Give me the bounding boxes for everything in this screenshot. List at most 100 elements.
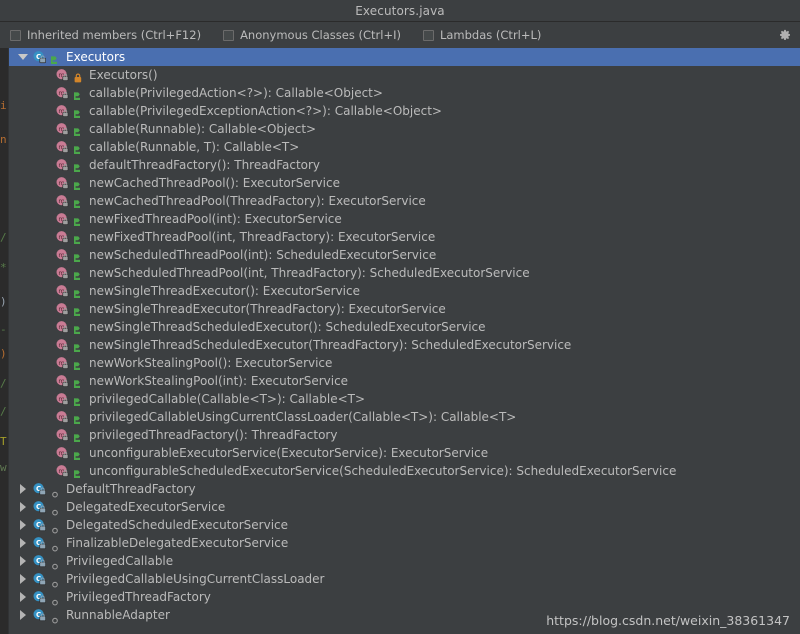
- class-icon: C: [32, 482, 47, 497]
- gear-icon[interactable]: [778, 28, 792, 42]
- public-visibility-icon: [73, 267, 83, 280]
- package-private-icon: [50, 574, 60, 588]
- window-titlebar: Executors.java: [0, 0, 800, 22]
- tree-row-label: newFixedThreadPool(int): ExecutorService: [89, 212, 342, 226]
- tree-row-method[interactable]: m newFixedThreadPool(int, ThreadFactory):…: [9, 228, 800, 246]
- tree-row-label: FinalizableDelegatedExecutorService: [66, 536, 289, 550]
- tree-row-method[interactable]: m newScheduledThreadPool(int): ScheduledE…: [9, 246, 800, 264]
- tree-row-class[interactable]: C DelegatedScheduledExecutorService: [9, 516, 800, 534]
- tree-row-class[interactable]: C PrivilegedCallableUsingCurrentClassLoad…: [9, 570, 800, 588]
- tree-row-class[interactable]: C PrivilegedThreadFactory: [9, 588, 800, 606]
- tree-row-method[interactable]: m unconfigurableScheduledExecutorService(…: [9, 462, 800, 480]
- tree-row-class[interactable]: C DelegatedExecutorService: [9, 498, 800, 516]
- tree-row-method[interactable]: m newCachedThreadPool(): ExecutorService: [9, 174, 800, 192]
- tree-row-label: callable(Runnable): Callable<Object>: [89, 122, 317, 136]
- class-icon: C: [32, 608, 47, 623]
- public-visibility-icon: [73, 285, 83, 298]
- method-icon: m: [55, 464, 70, 479]
- tree-row-method[interactable]: m newScheduledThreadPool(int, ThreadFacto…: [9, 264, 800, 282]
- chevron-right-icon[interactable]: [17, 501, 29, 513]
- tree-row-label: callable(PrivilegedAction<?>): Callable<…: [89, 86, 383, 100]
- chevron-right-icon[interactable]: [17, 519, 29, 531]
- chevron-right-icon[interactable]: [17, 609, 29, 621]
- tree-row-class[interactable]: C FinalizableDelegatedExecutorService: [9, 534, 800, 552]
- class-icon: C: [32, 518, 47, 533]
- package-private-icon: [50, 538, 60, 552]
- chevron-down-icon[interactable]: [17, 51, 29, 63]
- tree-row-label: newSingleThreadExecutor(ThreadFactory): …: [89, 302, 446, 316]
- tree-row-class[interactable]: C PrivilegedCallable: [9, 552, 800, 570]
- private-lock-icon: [73, 69, 83, 83]
- public-visibility-icon: [73, 177, 83, 190]
- tree-row-method[interactable]: m newCachedThreadPool(ThreadFactory): Exe…: [9, 192, 800, 210]
- tree-row-method[interactable]: m privilegedThreadFactory(): ThreadFactor…: [9, 426, 800, 444]
- tree-row-label: PrivilegedCallableUsingCurrentClassLoade…: [66, 572, 325, 586]
- code-structure-window: Executors.java Inherited members (Ctrl+F…: [0, 0, 800, 634]
- checkbox-box[interactable]: [10, 29, 21, 41]
- tree-row-method[interactable]: m newSingleThreadExecutor(): ExecutorServ…: [9, 282, 800, 300]
- chevron-right-icon[interactable]: [17, 483, 29, 495]
- tree-row-label: newFixedThreadPool(int, ThreadFactory): …: [89, 230, 436, 244]
- method-icon: m: [55, 284, 70, 299]
- method-icon: m: [55, 230, 70, 245]
- tree-row-method[interactable]: m callable(PrivilegedAction<?>): Callable…: [9, 84, 800, 102]
- package-private-icon: [50, 592, 60, 606]
- checkbox-box[interactable]: [422, 29, 434, 41]
- checkbox-box[interactable]: [223, 29, 235, 41]
- method-icon: m: [55, 302, 70, 317]
- checkbox-label: Inherited members (Ctrl+F12): [27, 28, 202, 42]
- public-visibility-icon: [73, 141, 83, 154]
- tree-row-method[interactable]: m newSingleThreadExecutor(ThreadFactory):…: [9, 300, 800, 318]
- tree-row-method[interactable]: m newFixedThreadPool(int): ExecutorServic…: [9, 210, 800, 228]
- tree-row-method[interactable]: m newWorkStealingPool(): ExecutorService: [9, 354, 800, 372]
- tree-row-method[interactable]: m defaultThreadFactory(): ThreadFactory: [9, 156, 800, 174]
- tree-row-label: privilegedCallable(Callable<T>): Callabl…: [89, 392, 366, 406]
- public-visibility-icon: [73, 393, 83, 406]
- public-visibility-icon: [73, 231, 83, 244]
- tree-row-label: privilegedThreadFactory(): ThreadFactory: [89, 428, 338, 442]
- tree-row-label: newScheduledThreadPool(int, ThreadFactor…: [89, 266, 530, 280]
- tree-row-method[interactable]: m privilegedCallable(Callable<T>): Callab…: [9, 390, 800, 408]
- chevron-right-icon[interactable]: [17, 573, 29, 585]
- class-icon: C: [32, 554, 47, 569]
- tree-row-class[interactable]: C Executors: [9, 48, 800, 66]
- chevron-right-icon[interactable]: [17, 537, 29, 549]
- method-icon: m: [55, 356, 70, 371]
- structure-tree[interactable]: C Executors m Executors() m callable(Privileg…: [9, 48, 800, 634]
- chevron-right-icon[interactable]: [17, 555, 29, 567]
- tree-row-method[interactable]: m Executors(): [9, 66, 800, 84]
- chevron-right-icon[interactable]: [17, 591, 29, 603]
- tree-row-method[interactable]: m callable(Runnable, T): Callable<T>: [9, 138, 800, 156]
- tree-row-class[interactable]: C DefaultThreadFactory: [9, 480, 800, 498]
- editor-glyph: -: [0, 323, 7, 336]
- tree-row-method[interactable]: m callable(PrivilegedExceptionAction<?>):…: [9, 102, 800, 120]
- tree-row-method[interactable]: m newSingleThreadScheduledExecutor(): Sch…: [9, 318, 800, 336]
- checkbox-label: Anonymous Classes (Ctrl+I): [240, 28, 401, 42]
- method-icon: m: [55, 338, 70, 353]
- method-icon: m: [55, 248, 70, 263]
- checkbox-item[interactable]: Inherited members (Ctrl+F12): [10, 28, 201, 42]
- tree-row-method[interactable]: m privilegedCallableUsingCurrentClassLoad…: [9, 408, 800, 426]
- editor-glyph: n: [0, 133, 7, 146]
- editor-glyph: /: [0, 405, 7, 418]
- checkbox-item[interactable]: Anonymous Classes (Ctrl+I): [223, 28, 401, 42]
- editor-glyph: i: [0, 99, 7, 112]
- tree-row-method[interactable]: m newSingleThreadScheduledExecutor(Thread…: [9, 336, 800, 354]
- tree-row-method[interactable]: m unconfigurableExecutorService(ExecutorS…: [9, 444, 800, 462]
- public-visibility-icon: [50, 51, 60, 64]
- public-visibility-icon: [73, 123, 83, 136]
- method-icon: m: [55, 266, 70, 281]
- tree-row-method[interactable]: m newWorkStealingPool(int): ExecutorServi…: [9, 372, 800, 390]
- tree-row-method[interactable]: m callable(Runnable): Callable<Object>: [9, 120, 800, 138]
- checkbox-item[interactable]: Lambdas (Ctrl+L): [422, 28, 541, 42]
